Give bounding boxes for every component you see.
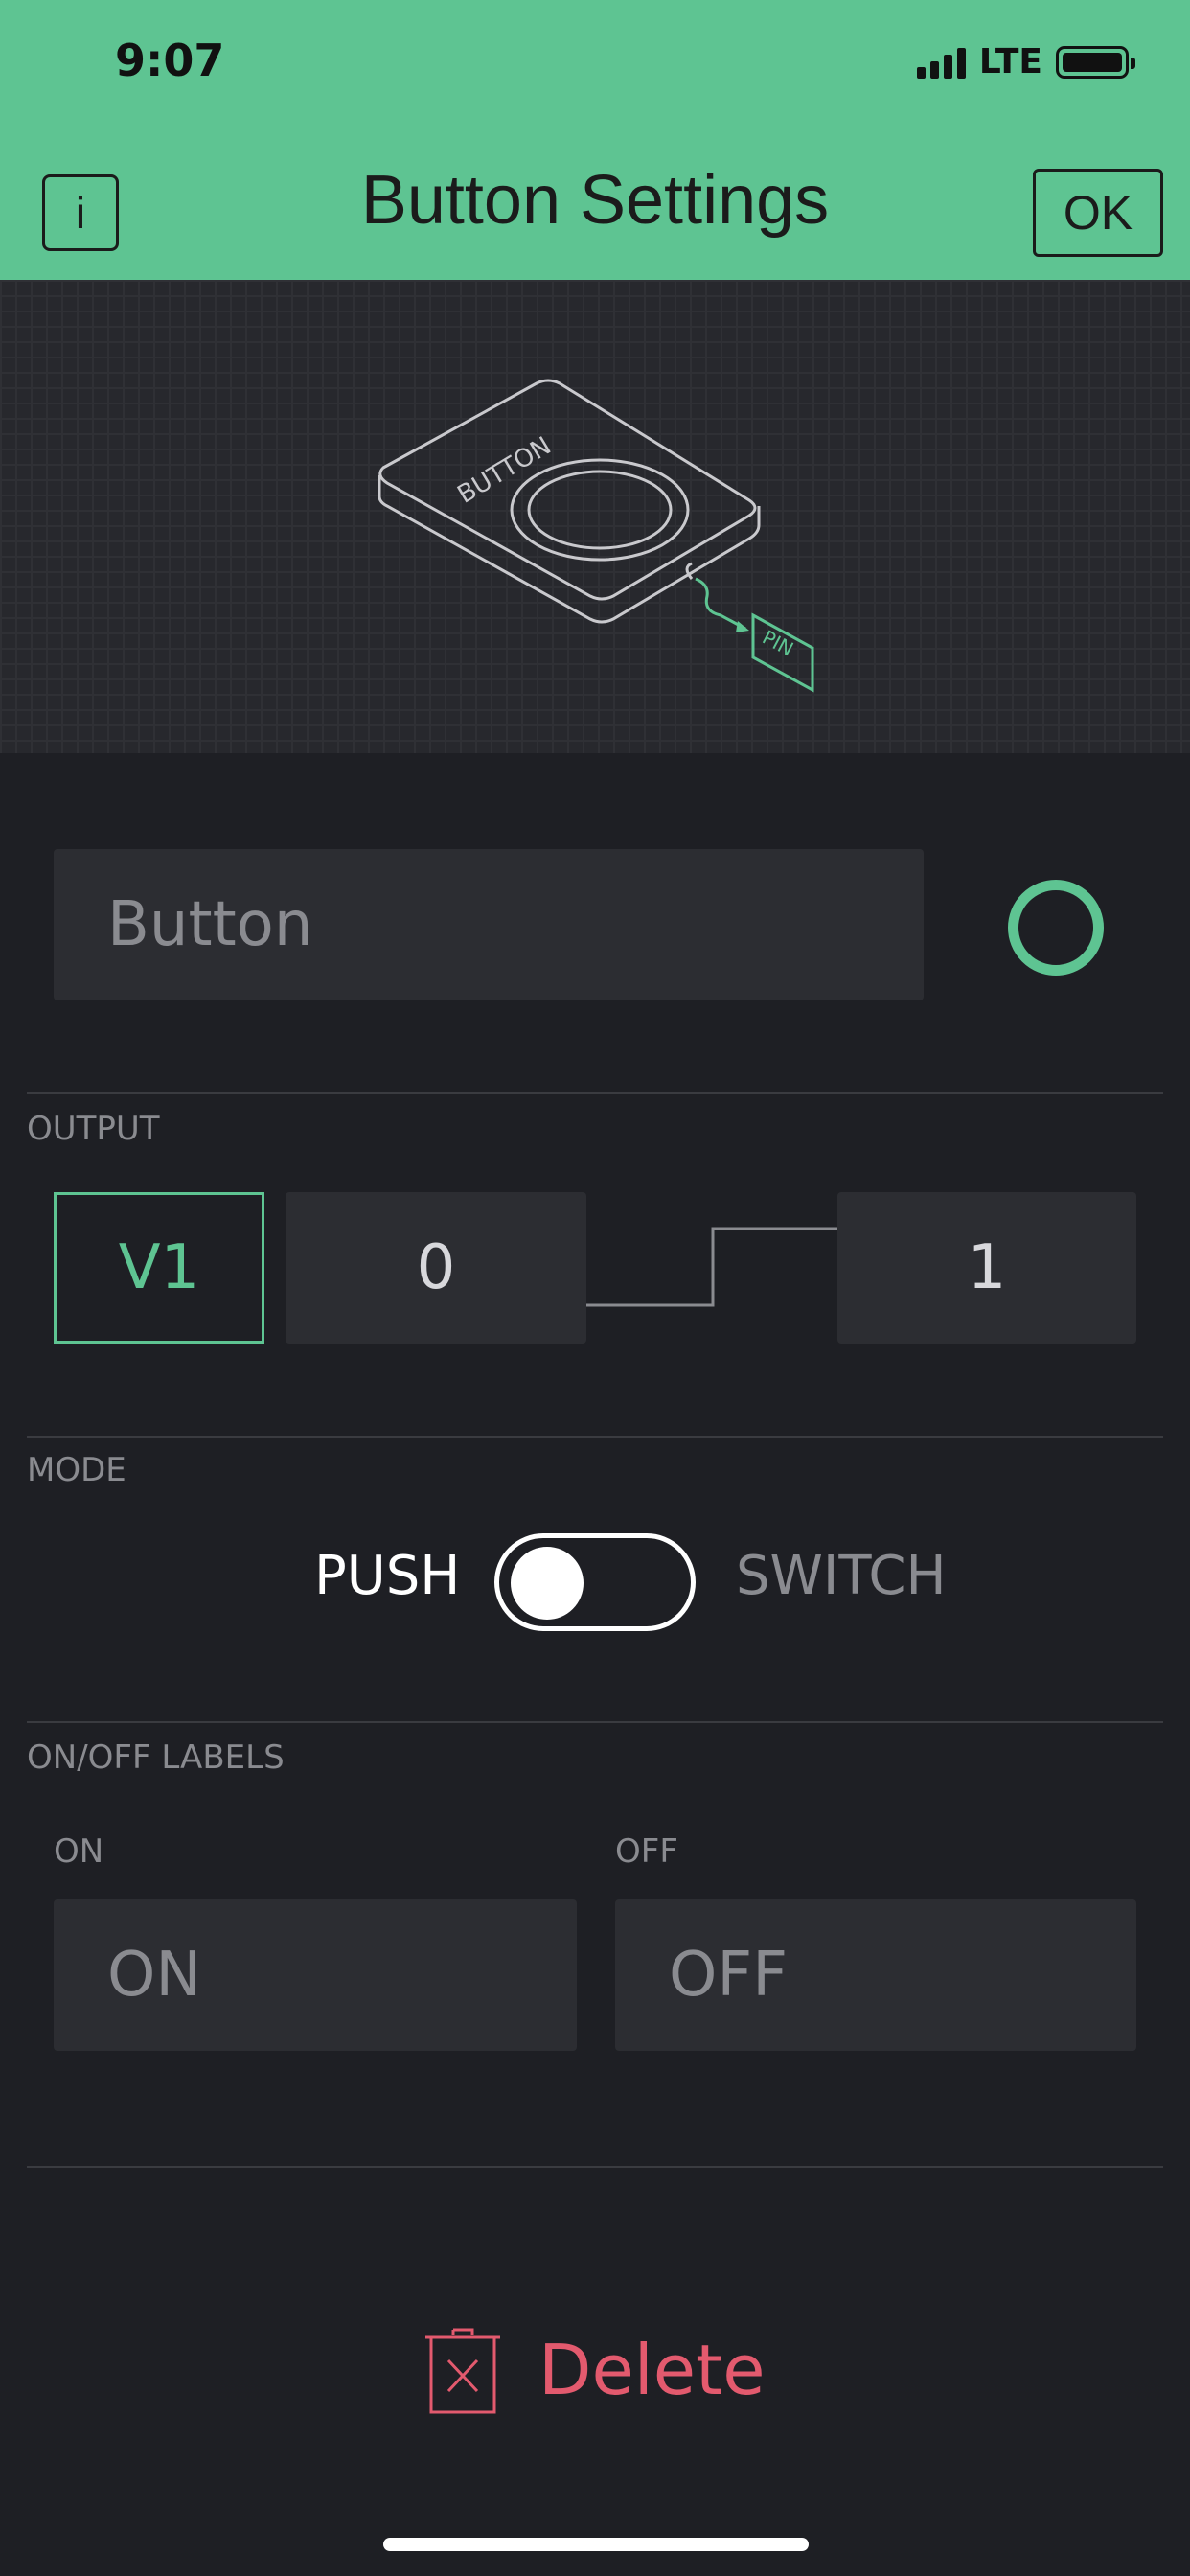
mode-push-label[interactable]: PUSH <box>314 1545 460 1607</box>
divider <box>27 1436 1163 1438</box>
delete-button[interactable]: Delete <box>422 2317 766 2423</box>
mode-toggle[interactable] <box>494 1533 696 1631</box>
divider <box>27 1721 1163 1723</box>
page-title: Button Settings <box>360 162 830 239</box>
delete-label: Delete <box>538 2330 766 2410</box>
status-time: 9:07 <box>115 34 225 86</box>
header: 9:07 LTE i Button Settings OK <box>0 0 1190 280</box>
ok-button[interactable]: OK <box>1033 169 1163 257</box>
on-label-input[interactable]: ON <box>54 1899 577 2051</box>
button-settings-screen: 9:07 LTE i Button Settings OK BUTTON PIN… <box>0 0 1190 2576</box>
output-section-label: OUTPUT <box>27 1110 160 1148</box>
output-max-input[interactable]: 1 <box>837 1192 1136 1344</box>
battery-icon <box>1056 45 1135 79</box>
off-label-caption: OFF <box>615 1832 678 1871</box>
pin-selector[interactable]: V1 <box>54 1192 264 1344</box>
divider <box>27 1092 1163 1094</box>
on-label-caption: ON <box>54 1832 104 1871</box>
divider <box>27 2166 1163 2168</box>
labels-section-label: ON/OFF LABELS <box>27 1738 285 1777</box>
mode-switch-label[interactable]: SWITCH <box>736 1545 947 1607</box>
button-device-illustration: BUTTON PIN <box>378 379 814 693</box>
signal-icon <box>916 46 966 79</box>
illustration-pin-label: PIN <box>759 626 797 661</box>
network-label: LTE <box>978 42 1042 81</box>
off-label-input[interactable]: OFF <box>615 1899 1136 2051</box>
mode-section-label: MODE <box>27 1451 126 1489</box>
status-indicators: LTE <box>916 42 1135 81</box>
toggle-knob <box>511 1547 584 1620</box>
trash-icon <box>425 2328 500 2414</box>
illustration-device-label: BUTTON <box>452 431 556 509</box>
widget-illustration: BUTTON PIN <box>0 280 1190 753</box>
output-min-input[interactable]: 0 <box>286 1192 586 1344</box>
widget-name-input[interactable]: Button <box>54 849 924 1000</box>
home-indicator[interactable] <box>383 2538 809 2551</box>
color-picker-button[interactable] <box>1008 880 1104 976</box>
